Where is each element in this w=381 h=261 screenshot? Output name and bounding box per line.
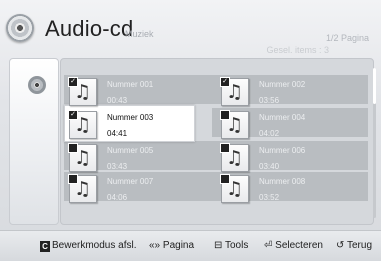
track-name: Nummer 002: [259, 80, 306, 89]
scrollbar-thumb[interactable]: [373, 68, 376, 104]
music-note-icon: ♫ ✓: [68, 110, 97, 139]
track-duration: 03:40: [259, 162, 280, 171]
page-indicator: 1/2 Pagina: [325, 33, 369, 43]
checkbox-checked-icon[interactable]: ✓: [220, 77, 230, 87]
back-button[interactable]: ↺ Terug: [336, 240, 372, 251]
track-duration: 03:56: [259, 96, 280, 105]
select-button[interactable]: ⏎ Selecteren: [264, 240, 323, 251]
track-name: Nummer 008: [259, 177, 306, 186]
edit-mode-label: Bewerkmodus afsl.: [52, 240, 137, 251]
track-duration: 04:02: [259, 129, 280, 138]
track-name: Nummer 003: [107, 113, 154, 122]
selected-count: Gesel. items : 3: [266, 45, 329, 55]
edit-mode-button[interactable]: C Bewerkmodus afsl.: [40, 240, 136, 252]
select-label: Selecteren: [275, 240, 323, 251]
audio-cd-screen: Audio-cd Muziek 1/2 Pagina Gesel. items …: [0, 0, 381, 261]
track-duration: 03:52: [259, 193, 280, 202]
page-label: Pagina: [162, 240, 195, 251]
checkbox-icon[interactable]: [220, 174, 230, 184]
music-note-icon: ♫ ✓: [68, 77, 97, 106]
tools-label: Tools: [225, 240, 249, 251]
page-button[interactable]: «» Pagina: [149, 240, 194, 251]
track-name: Nummer 004: [259, 113, 306, 122]
track-duration: 04:41: [107, 129, 128, 138]
tools-button[interactable]: ⊟ Tools: [214, 240, 248, 251]
track-name: Nummer 006: [259, 146, 306, 155]
checkbox-checked-icon[interactable]: ✓: [68, 77, 78, 87]
page-title: Audio-cd: [45, 16, 134, 41]
cd-source-icon[interactable]: [28, 76, 46, 94]
music-note-icon: ♫: [68, 174, 97, 203]
enter-icon: ⏎: [264, 240, 273, 251]
cd-disc-icon: [6, 14, 34, 42]
page-arrows-icon: «»: [149, 240, 161, 251]
back-label: Terug: [347, 240, 373, 251]
checkbox-checked-icon[interactable]: ✓: [68, 110, 78, 120]
footer-bar: C Bewerkmodus afsl. «» Pagina ⊟ Tools ⏎ S…: [0, 230, 381, 261]
track-duration: 00:43: [107, 96, 128, 105]
track-name: Nummer 007: [107, 177, 154, 186]
checkbox-icon[interactable]: [220, 143, 230, 153]
category-label: Muziek: [125, 29, 154, 39]
music-note-icon: ♫: [220, 174, 249, 203]
return-icon: ↺: [336, 240, 345, 251]
checkbox-icon[interactable]: [68, 174, 78, 184]
checkbox-icon[interactable]: [220, 110, 230, 120]
tools-icon: ⊟: [214, 240, 223, 251]
track-name: Nummer 001: [107, 80, 154, 89]
music-note-icon: ♫ ✓: [220, 77, 249, 106]
track-duration: 03:43: [107, 162, 128, 171]
music-note-icon: ♫: [68, 143, 97, 172]
music-note-icon: ♫: [220, 110, 249, 139]
c-key-icon: C: [40, 241, 50, 252]
checkbox-icon[interactable]: [68, 143, 78, 153]
track-duration: 04:06: [107, 193, 128, 202]
music-note-icon: ♫: [220, 143, 249, 172]
track-name: Nummer 005: [107, 146, 154, 155]
